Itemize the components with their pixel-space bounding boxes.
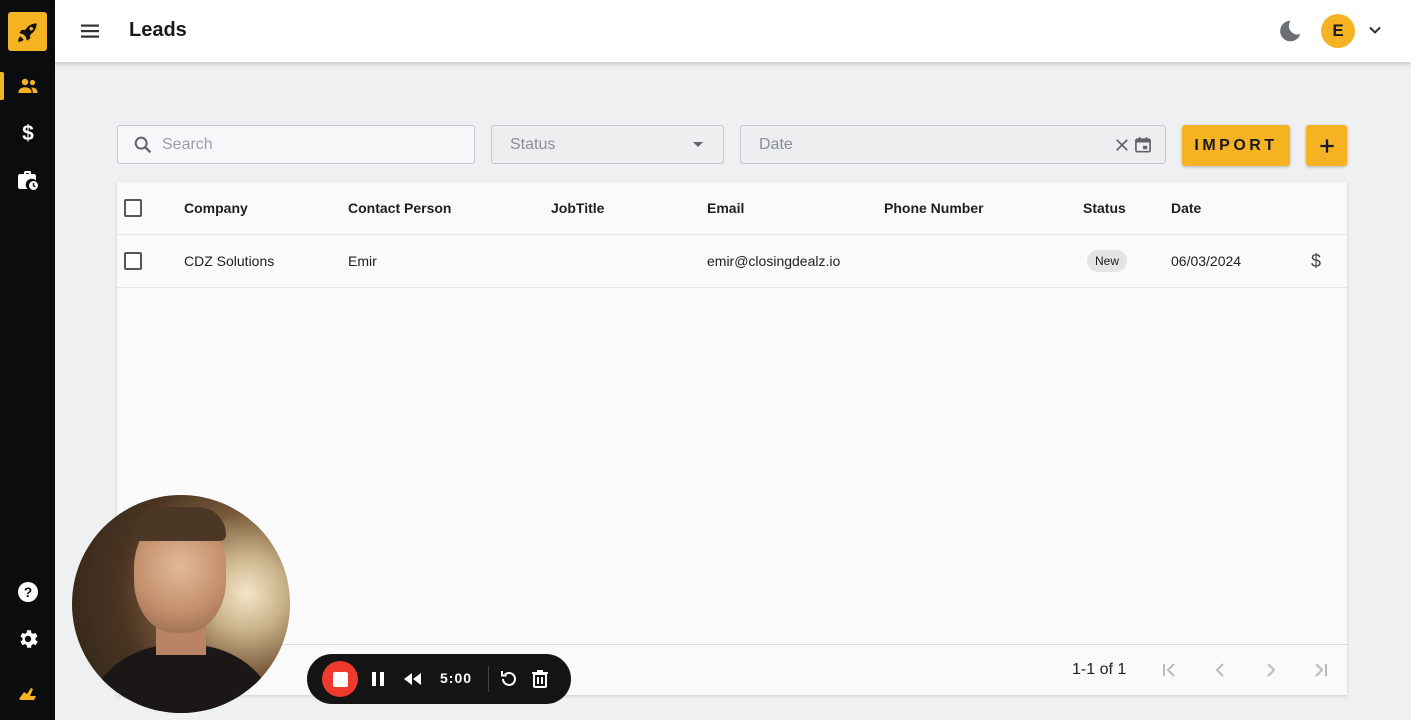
cell-date: 06/03/2024 — [1171, 253, 1242, 269]
sidebar-item-jobs[interactable] — [0, 160, 55, 200]
plus-icon — [1319, 138, 1334, 153]
pause-icon[interactable] — [366, 667, 390, 691]
row-checkbox[interactable] — [124, 252, 142, 270]
date-field[interactable]: Date — [740, 125, 1166, 164]
sidebar-item-settings[interactable] — [0, 619, 55, 659]
page-title: Leads — [129, 19, 187, 41]
rocket-logo-svg — [17, 22, 37, 42]
hamburger-menu-icon[interactable] — [77, 19, 103, 43]
svg-text:?: ? — [23, 584, 32, 600]
top-header: Leads E — [55, 0, 1411, 62]
sidebar-item-leads[interactable] — [0, 66, 55, 106]
people-icon — [18, 78, 37, 93]
leads-table: Company Contact Person JobTitle Email Ph… — [117, 182, 1347, 695]
select-all-checkbox[interactable] — [124, 199, 142, 217]
toolbar-divider — [488, 666, 489, 692]
sidebar-item-help[interactable]: ? — [0, 572, 55, 612]
briefcase-clock-icon — [17, 171, 38, 190]
column-header-status[interactable]: Status — [1083, 182, 1126, 234]
search-input[interactable] — [162, 135, 462, 154]
column-header-jobtitle[interactable]: JobTitle — [551, 182, 604, 234]
row-select-cell — [124, 235, 142, 287]
calendar-icon[interactable] — [1133, 135, 1153, 155]
cell-company: CDZ Solutions — [184, 253, 275, 269]
hand-logo-icon — [18, 688, 36, 700]
status-select-label: Status — [510, 135, 556, 153]
import-button[interactable]: IMPORT — [1182, 125, 1290, 166]
webcam-hair — [134, 507, 226, 541]
add-lead-button[interactable] — [1306, 125, 1347, 166]
table-row[interactable]: CDZ Solutions Emir emir@closingdealz.io … — [117, 235, 1347, 288]
search-icon — [134, 136, 152, 153]
recording-toolbar: 5:00 — [307, 654, 571, 704]
last-page-icon[interactable] — [1309, 658, 1333, 682]
webcam-preview[interactable] — [72, 495, 290, 713]
column-header-email[interactable]: Email — [707, 182, 744, 234]
status-select[interactable]: Status — [491, 125, 724, 164]
close-icon[interactable] — [1113, 136, 1131, 154]
moon-icon[interactable] — [1277, 18, 1303, 44]
recording-timer: 5:00 — [440, 670, 473, 686]
search-field — [117, 125, 475, 164]
cell-status: New — [1087, 235, 1128, 287]
select-all-cell — [124, 182, 142, 234]
column-header-phone[interactable]: Phone Number — [884, 182, 984, 234]
svg-text:$: $ — [22, 122, 34, 145]
dollar-icon: $ — [22, 122, 34, 145]
webcam-shirt — [82, 645, 282, 713]
stop-recording-button[interactable] — [322, 661, 358, 697]
rocket-icon[interactable] — [8, 12, 47, 51]
sidebar: $ ? — [0, 0, 55, 720]
first-page-icon[interactable] — [1157, 658, 1181, 682]
cell-email: emir@closingdealz.io — [707, 253, 841, 269]
column-header-company[interactable]: Company — [184, 182, 248, 234]
chevron-left-icon[interactable] — [1208, 658, 1232, 682]
table-header-row: Company Contact Person JobTitle Email Ph… — [117, 182, 1347, 235]
rewind-icon[interactable] — [401, 667, 425, 691]
sidebar-item-brand[interactable] — [0, 674, 55, 714]
caret-down-icon — [693, 142, 703, 147]
convert-deal-icon[interactable]: $ — [1311, 235, 1321, 287]
sidebar-item-deals[interactable]: $ — [0, 113, 55, 153]
status-badge: New — [1087, 250, 1128, 272]
chevron-right-icon[interactable] — [1259, 658, 1283, 682]
stop-icon — [332, 671, 348, 687]
restart-icon[interactable] — [497, 667, 521, 691]
user-avatar[interactable]: E — [1321, 14, 1355, 48]
date-field-label: Date — [759, 135, 793, 153]
gear-icon — [19, 630, 38, 648]
chevron-down-icon[interactable] — [1365, 20, 1385, 40]
column-header-date[interactable]: Date — [1171, 182, 1201, 234]
help-icon: ? — [17, 582, 38, 602]
cell-contact: Emir — [348, 253, 377, 269]
table-footer: 1-1 of 1 — [117, 644, 1347, 695]
pagination-label: 1-1 of 1 — [1072, 661, 1127, 678]
trash-icon[interactable] — [528, 667, 552, 691]
column-header-contact[interactable]: Contact Person — [348, 182, 451, 234]
